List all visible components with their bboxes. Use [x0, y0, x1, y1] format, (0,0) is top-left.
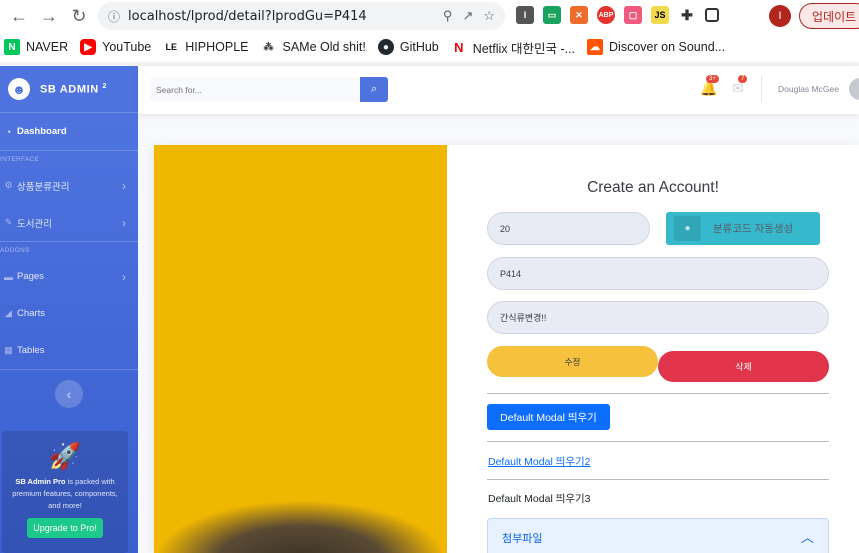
netflix-icon: N — [454, 39, 464, 55]
back-icon[interactable]: ← — [4, 1, 34, 31]
reload-icon[interactable]: ↻ — [64, 1, 94, 31]
default-modal-text[interactable]: Default Modal 띄우기3 — [488, 491, 591, 506]
sidebar-promo-card: 🚀 SB Admin Pro is packed with premium fe… — [2, 431, 128, 553]
generate-code-label: 분류코드 자동생성 — [713, 223, 794, 235]
extension-icon[interactable]: I — [516, 6, 534, 24]
avatar[interactable] — [849, 78, 859, 100]
promo-text: SB Admin Pro is packed with premium feat… — [12, 477, 118, 510]
chevron-right-icon: › — [122, 269, 126, 284]
bookmark-soundcloud[interactable]: ☁ Discover on Sound... — [583, 39, 733, 55]
soundcloud-icon: ☁ — [587, 39, 604, 55]
generate-code-button[interactable]: ● 분류코드 자동생성 — [666, 212, 820, 245]
zoom-icon[interactable]: ⚲ — [443, 8, 453, 24]
brand-name: SB ADMIN 2 — [40, 82, 107, 96]
sidebar-item-tables[interactable]: ▦ Tables — [0, 332, 138, 369]
table-icon: ▦ — [4, 345, 13, 355]
sidebar-item-pages[interactable]: ▬ Pages › — [0, 258, 138, 295]
info-circle-icon: ● — [674, 216, 701, 241]
delete-button[interactable]: 삭제 — [658, 351, 829, 382]
bookmark-hiphople[interactable]: LE HIPHOPLE — [159, 39, 256, 55]
extension-icon[interactable]: ▢ — [624, 6, 642, 24]
upgrade-button[interactable]: Upgrade to Pro! — [27, 518, 103, 538]
youtube-icon: ▶ — [80, 39, 97, 55]
rocket-icon: 🚀 — [48, 441, 82, 471]
sidepanel-icon[interactable] — [705, 8, 719, 22]
js-icon[interactable]: JS — [651, 6, 669, 24]
lprod-id-field[interactable]: 20 — [487, 212, 650, 245]
url-text: localhost/lprod/detail?lprodGu=P414 — [128, 8, 367, 24]
sidebar-item-dashboard[interactable]: ◔ Dashboard — [0, 113, 138, 150]
bookmark-github[interactable]: ● GitHub — [374, 39, 447, 55]
detail-card: Create an Account! 20 ● 분류코드 자동생성 P414 간… — [154, 145, 859, 553]
browser-toolbar: ← → ↻ ⓘ localhost/lprod/detail?lprodGu=P… — [0, 0, 859, 32]
detail-form: Create an Account! 20 ● 분류코드 자동생성 P414 간… — [447, 145, 859, 553]
attachment-accordion-header[interactable]: 첨부파일 ︿ — [487, 518, 829, 553]
sidebar-item-lprod[interactable]: ⚙ 상품분류관리 › — [0, 167, 138, 204]
search-button[interactable]: ⌕ — [360, 77, 388, 102]
sidebar-item-charts[interactable]: ◢ Charts — [0, 295, 138, 332]
laugh-wink-icon: ☻ — [8, 78, 30, 100]
card-image — [154, 145, 447, 553]
bookmark-netflix[interactable]: N Netflix 대한민국 -... — [447, 38, 583, 57]
sidebar-divider — [0, 369, 138, 370]
topbar-divider — [761, 76, 762, 102]
naver-icon: N — [4, 39, 20, 55]
puzzle-icon[interactable]: ✚ — [678, 6, 696, 24]
extensions-row: I ▭ ✕ ABP ▢ JS ✚ — [516, 6, 719, 24]
form-title: Create an Account! — [587, 179, 719, 196]
lprod-gu-field[interactable]: P414 — [487, 257, 829, 290]
share-icon[interactable]: ↗ — [462, 8, 473, 24]
divider — [487, 479, 829, 480]
info-icon[interactable]: ⓘ — [108, 8, 120, 25]
messages-badge: 7 — [738, 75, 748, 83]
messages-envelope-icon[interactable]: ✉ 7 — [732, 75, 748, 97]
tachometer-icon: ◔ — [5, 126, 12, 137]
alerts-badge: 3+ — [706, 75, 719, 83]
sidebar-item-books[interactable]: ✎ 도서관리 › — [0, 204, 138, 241]
lprod-nm-field[interactable]: 간식류변경!! — [487, 301, 829, 334]
bookmark-same-old[interactable]: ⁂ SAMe Old shit! — [256, 39, 373, 55]
topbar: ⌕ 🔔3+ ✉7 Douglas McGee — [138, 66, 859, 114]
update-button[interactable]: 업데이트 — [799, 3, 859, 29]
wrench-icon: ✎ — [4, 217, 13, 227]
chart-area-icon: ◢ — [5, 308, 12, 318]
default-modal-link[interactable]: Default Modal 띄우기2 — [488, 454, 591, 469]
bookmark-youtube[interactable]: ▶ YouTube — [76, 39, 159, 55]
user-name[interactable]: Douglas McGee — [778, 84, 839, 94]
default-modal-button[interactable]: Default Modal 띄우기 — [487, 404, 610, 430]
attachment-label: 첨부파일 — [502, 533, 543, 545]
forward-icon[interactable]: → — [34, 1, 64, 31]
profile-avatar[interactable]: I — [769, 5, 791, 27]
sidebar: ☻ SB ADMIN 2 ◔ Dashboard INTERFACE ⚙ 상품분… — [0, 66, 138, 553]
chevron-up-icon: ︿ — [800, 530, 814, 545]
topbar-search: ⌕ — [150, 77, 388, 102]
sidebar-heading-interface: INTERFACE — [0, 155, 40, 163]
sidebar-toggle-button[interactable]: ‹ — [55, 380, 83, 408]
cog-icon: ⚙ — [4, 180, 13, 190]
bookmark-star-icon[interactable]: ☆ — [483, 8, 495, 24]
edit-button[interactable]: 수정 — [487, 346, 658, 377]
extension-icon[interactable]: ✕ — [570, 6, 588, 24]
photo-subject — [154, 500, 447, 553]
chevron-right-icon: › — [122, 178, 126, 193]
hiphople-icon: LE — [165, 42, 178, 52]
extension-icon[interactable]: ▭ — [543, 6, 561, 24]
tree-icon: ⁂ — [263, 41, 274, 53]
folder-icon: ▬ — [4, 271, 13, 282]
address-bar[interactable]: ⓘ localhost/lprod/detail?lprodGu=P414 ⚲ … — [98, 2, 505, 30]
bookmarks-bar: N NAVER ▶ YouTube LE HIPHOPLE ⁂ SAMe Old shi… — [0, 32, 859, 62]
search-icon: ⌕ — [370, 83, 378, 95]
sidebar-heading-addons: ADDONS — [0, 246, 30, 254]
divider — [487, 441, 829, 442]
chevron-right-icon: › — [122, 215, 126, 230]
bookmark-naver[interactable]: N NAVER — [0, 39, 76, 55]
github-icon: ● — [377, 39, 394, 55]
sidebar-brand[interactable]: ☻ SB ADMIN 2 — [0, 66, 138, 112]
alerts-bell-icon[interactable]: 🔔 3+ — [700, 75, 719, 97]
adblock-icon[interactable]: ABP — [597, 6, 615, 24]
search-input[interactable] — [150, 77, 360, 102]
divider — [487, 393, 829, 394]
